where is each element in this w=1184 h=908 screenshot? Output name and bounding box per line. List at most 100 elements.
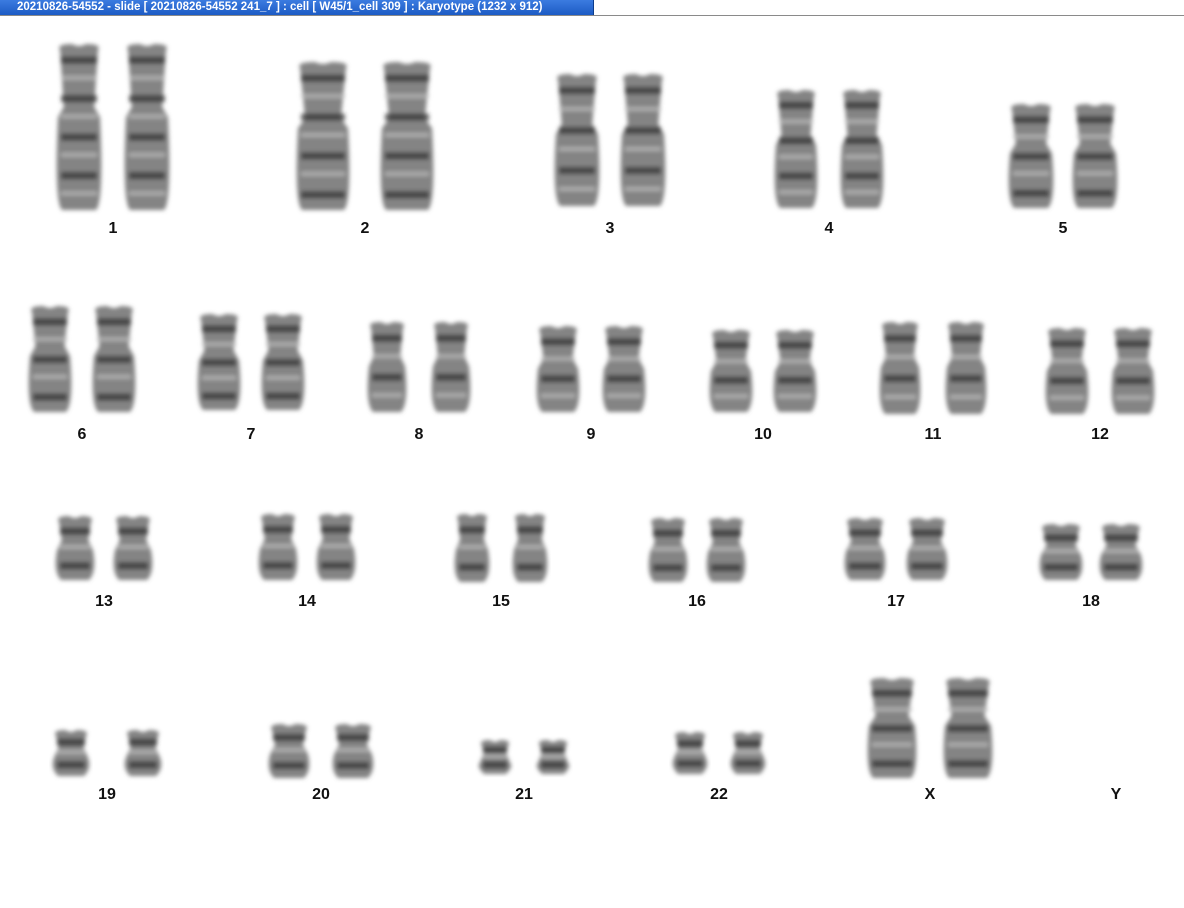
chromosome-20-b — [332, 724, 374, 778]
chromosome-9-a — [536, 326, 580, 412]
chromosome-pair-9[interactable] — [533, 324, 649, 414]
chromosome-pair-3[interactable] — [551, 72, 669, 208]
chromosome-18-b — [1099, 524, 1143, 580]
chromosome-pair-graphic — [1008, 104, 1118, 208]
chromosome-pair-graphic — [55, 516, 153, 580]
window-titlebar: 20210826-54552 - slide [ 20210826-54552 … — [0, 0, 1184, 16]
chromosome-17-a — [844, 518, 886, 580]
chromosome-pair-graphic — [367, 322, 471, 412]
chromosome-12-b — [1111, 328, 1155, 414]
chromosome-13-a — [55, 516, 95, 580]
chromosome-pair-graphic — [268, 724, 374, 778]
chromosome-pair-4[interactable] — [771, 88, 887, 210]
chromosome-21-b — [536, 740, 570, 774]
chromosome-pair-16[interactable] — [645, 516, 749, 584]
chromosome-label-18: 18 — [1082, 593, 1100, 610]
chromosome-pair-graphic — [554, 74, 666, 206]
chromosome-pair-graphic — [1045, 328, 1155, 414]
chromosome-2-a — [296, 62, 350, 210]
chromosome-label-15: 15 — [492, 593, 510, 610]
chromosome-11-a — [879, 322, 921, 414]
chromosome-label-17: 17 — [887, 593, 905, 610]
chromosome-8-a — [367, 322, 407, 412]
chromosome-pair-11[interactable] — [876, 320, 990, 416]
karyotype-canvas: 1 2 3 4 5 6 7 8 9 10 11 12 13 14 15 16 17 18 19 20 21 22 X Y — [0, 16, 1184, 908]
chromosome-label-4: 4 — [824, 220, 834, 237]
chromosome-pair-graphic — [56, 44, 170, 210]
chromosome-pair-7[interactable] — [194, 312, 308, 412]
chromosome-5-a — [1008, 104, 1054, 208]
chromosome-9-b — [602, 326, 646, 412]
chromosome-pair-1[interactable] — [53, 42, 173, 212]
chromosome-11-b — [945, 322, 987, 414]
chromosome-pair-graphic — [1039, 524, 1143, 580]
chromosome-pair-graphic — [867, 678, 993, 778]
chromosome-pair-graphic — [454, 514, 548, 582]
chromosome-7-a — [197, 314, 241, 410]
chromosome-pair-15[interactable] — [451, 512, 551, 584]
chromosome-13-b — [113, 516, 153, 580]
chromosome-label-9: 9 — [586, 426, 596, 443]
chromosome-pair-2[interactable] — [293, 60, 437, 212]
chromosome-19-a — [52, 730, 90, 776]
chromosome-pair-graphic — [844, 518, 948, 580]
chromosome-label-21: 21 — [515, 786, 533, 803]
chromosome-label-14: 14 — [298, 593, 316, 610]
chromosome-pair-22[interactable] — [669, 730, 769, 776]
chromosome-17-b — [906, 518, 948, 580]
chromosome-label-22: 22 — [710, 786, 728, 803]
chromosome-14-a — [258, 514, 298, 580]
chromosome-label-19: 19 — [98, 786, 116, 803]
chromosome-pair-graphic — [52, 730, 162, 776]
chromosome-pair-14[interactable] — [255, 512, 359, 582]
chromosome-pair-17[interactable] — [841, 516, 951, 582]
chromosome-pair-X[interactable] — [864, 676, 996, 780]
chromosome-pair-13[interactable] — [52, 514, 156, 582]
chromosome-pair-graphic — [197, 314, 305, 410]
chromosome-3-a — [554, 74, 600, 206]
chromosome-6-b — [92, 306, 136, 412]
chromosome-15-b — [512, 514, 548, 582]
chromosome-pair-6[interactable] — [25, 304, 139, 414]
chromosome-pair-graphic — [536, 326, 646, 412]
chromosome-16-b — [706, 518, 746, 582]
chromosome-pair-graphic — [258, 514, 356, 580]
chromosome-pair-8[interactable] — [364, 320, 474, 414]
chromosome-label-2: 2 — [360, 220, 370, 237]
chromosome-22-b — [730, 732, 766, 774]
chromosome-pair-10[interactable] — [706, 328, 820, 414]
chromosome-pair-18[interactable] — [1036, 522, 1146, 582]
window-title[interactable]: 20210826-54552 - slide [ 20210826-54552 … — [0, 0, 594, 15]
chromosome-19-b — [124, 730, 162, 776]
chromosome-X-b — [943, 678, 993, 778]
chromosome-label-10: 10 — [754, 426, 772, 443]
chromosome-1-a — [56, 44, 102, 210]
chromosome-4-b — [840, 90, 884, 208]
chromosome-label-20: 20 — [312, 786, 330, 803]
chromosome-20-a — [268, 724, 310, 778]
chromosome-label-Y: Y — [1110, 786, 1122, 803]
chromosome-pair-21[interactable] — [475, 738, 573, 776]
chromosome-pair-12[interactable] — [1042, 326, 1158, 416]
chromosome-3-b — [620, 74, 666, 206]
chromosome-pair-5[interactable] — [1005, 102, 1121, 210]
chromosome-pair-graphic — [648, 518, 746, 582]
chromosome-pair-graphic — [296, 62, 434, 210]
chromosome-10-a — [709, 330, 753, 412]
chromosome-8-b — [431, 322, 471, 412]
chromosome-label-X: X — [924, 786, 936, 803]
chromosome-pair-graphic — [879, 322, 987, 414]
chromosome-label-8: 8 — [414, 426, 424, 443]
chromosome-pair-graphic — [774, 90, 884, 208]
chromosome-X-a — [867, 678, 917, 778]
chromosome-5-b — [1072, 104, 1118, 208]
chromosome-16-a — [648, 518, 688, 582]
chromosome-pair-20[interactable] — [265, 722, 377, 780]
chromosome-6-a — [28, 306, 72, 412]
chromosome-label-13: 13 — [95, 593, 113, 610]
chromosome-pair-19[interactable] — [49, 728, 165, 778]
chromosome-12-a — [1045, 328, 1089, 414]
chromosome-pair-graphic — [478, 740, 570, 774]
chromosome-2-b — [380, 62, 434, 210]
chromosome-1-b — [124, 44, 170, 210]
